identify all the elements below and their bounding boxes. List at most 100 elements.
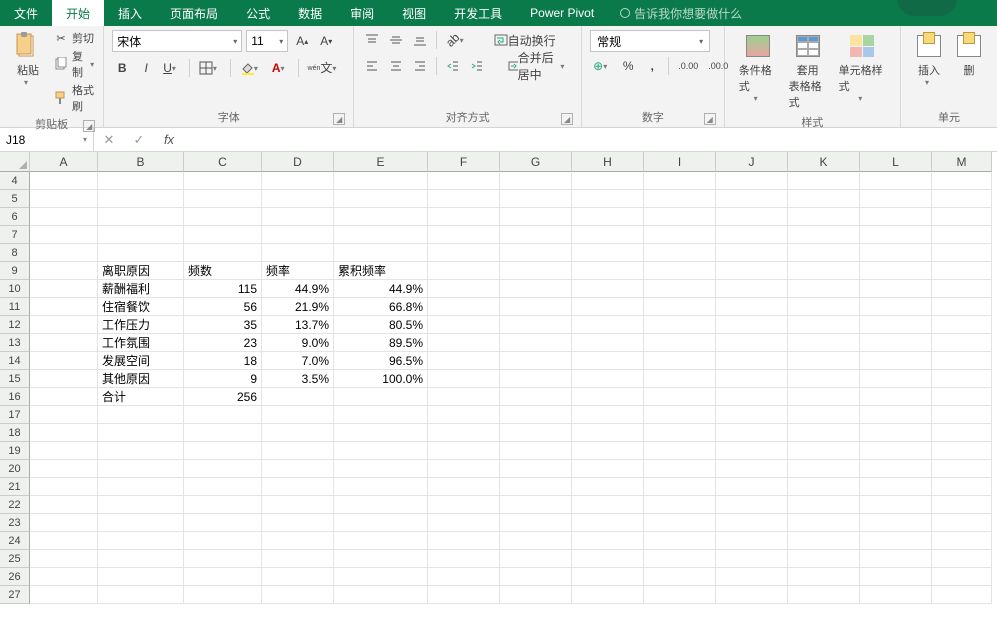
cell-J26[interactable] xyxy=(716,568,788,586)
cell-F15[interactable] xyxy=(428,370,500,388)
column-header-A[interactable]: A xyxy=(30,152,98,172)
cell-M18[interactable] xyxy=(932,424,992,442)
cell-H9[interactable] xyxy=(572,262,644,280)
cell-H5[interactable] xyxy=(572,190,644,208)
cell-D17[interactable] xyxy=(262,406,334,424)
cell-I6[interactable] xyxy=(644,208,716,226)
cell-B21[interactable] xyxy=(98,478,184,496)
cell-L5[interactable] xyxy=(860,190,932,208)
cell-E20[interactable] xyxy=(334,460,428,478)
cell-G15[interactable] xyxy=(500,370,572,388)
cell-A11[interactable] xyxy=(30,298,98,316)
cell-M22[interactable] xyxy=(932,496,992,514)
cell-H17[interactable] xyxy=(572,406,644,424)
wrap-text-button[interactable]: 自动换行 xyxy=(487,30,563,50)
cell-L13[interactable] xyxy=(860,334,932,352)
tell-me-search[interactable]: 告诉我你想要做什么 xyxy=(620,0,742,26)
number-format-select[interactable]: 常规 ▾ xyxy=(590,30,710,52)
cell-K17[interactable] xyxy=(788,406,860,424)
cell-E12[interactable]: 80.5% xyxy=(334,316,428,334)
cell-A22[interactable] xyxy=(30,496,98,514)
cell-C5[interactable] xyxy=(184,190,262,208)
column-header-L[interactable]: L xyxy=(860,152,932,172)
align-center-button[interactable] xyxy=(386,56,406,76)
cell-D12[interactable]: 13.7% xyxy=(262,316,334,334)
cell-H8[interactable] xyxy=(572,244,644,262)
cell-M13[interactable] xyxy=(932,334,992,352)
cell-B22[interactable] xyxy=(98,496,184,514)
cell-G9[interactable] xyxy=(500,262,572,280)
cell-H19[interactable] xyxy=(572,442,644,460)
row-header-8[interactable]: 8 xyxy=(0,244,30,262)
cell-I10[interactable] xyxy=(644,280,716,298)
cell-L25[interactable] xyxy=(860,550,932,568)
cell-J15[interactable] xyxy=(716,370,788,388)
cell-M10[interactable] xyxy=(932,280,992,298)
formula-input[interactable] xyxy=(184,128,997,151)
cell-I27[interactable] xyxy=(644,586,716,604)
cell-K6[interactable] xyxy=(788,208,860,226)
cell-K11[interactable] xyxy=(788,298,860,316)
cell-D11[interactable]: 21.9% xyxy=(262,298,334,316)
cell-H12[interactable] xyxy=(572,316,644,334)
cell-I23[interactable] xyxy=(644,514,716,532)
cell-C6[interactable] xyxy=(184,208,262,226)
cell-F4[interactable] xyxy=(428,172,500,190)
cell-H14[interactable] xyxy=(572,352,644,370)
row-header-17[interactable]: 17 xyxy=(0,406,30,424)
cell-C24[interactable] xyxy=(184,532,262,550)
column-header-H[interactable]: H xyxy=(572,152,644,172)
cell-K16[interactable] xyxy=(788,388,860,406)
cell-E13[interactable]: 89.5% xyxy=(334,334,428,352)
select-all-corner[interactable] xyxy=(0,152,30,172)
column-header-I[interactable]: I xyxy=(644,152,716,172)
cell-I7[interactable] xyxy=(644,226,716,244)
cell-A7[interactable] xyxy=(30,226,98,244)
cell-B6[interactable] xyxy=(98,208,184,226)
cell-A12[interactable] xyxy=(30,316,98,334)
cell-K18[interactable] xyxy=(788,424,860,442)
row-header-26[interactable]: 26 xyxy=(0,568,30,586)
row-header-23[interactable]: 23 xyxy=(0,514,30,532)
cell-E16[interactable] xyxy=(334,388,428,406)
cell-B17[interactable] xyxy=(98,406,184,424)
percent-button[interactable]: % xyxy=(618,56,638,76)
cell-K22[interactable] xyxy=(788,496,860,514)
cell-L4[interactable] xyxy=(860,172,932,190)
cell-G24[interactable] xyxy=(500,532,572,550)
column-header-G[interactable]: G xyxy=(500,152,572,172)
row-header-18[interactable]: 18 xyxy=(0,424,30,442)
cell-M27[interactable] xyxy=(932,586,992,604)
cell-K19[interactable] xyxy=(788,442,860,460)
number-dialog-launcher[interactable]: ◢ xyxy=(704,113,716,125)
row-header-12[interactable]: 12 xyxy=(0,316,30,334)
cell-I19[interactable] xyxy=(644,442,716,460)
cell-E22[interactable] xyxy=(334,496,428,514)
cell-B7[interactable] xyxy=(98,226,184,244)
cell-A25[interactable] xyxy=(30,550,98,568)
cell-C7[interactable] xyxy=(184,226,262,244)
cell-H15[interactable] xyxy=(572,370,644,388)
increase-font-button[interactable]: A▴ xyxy=(292,31,312,51)
align-middle-button[interactable] xyxy=(386,30,406,50)
cell-H11[interactable] xyxy=(572,298,644,316)
cell-G12[interactable] xyxy=(500,316,572,334)
cell-B25[interactable] xyxy=(98,550,184,568)
tab-view[interactable]: 视图 xyxy=(388,0,440,26)
cell-B12[interactable]: 工作压力 xyxy=(98,316,184,334)
merge-center-button[interactable]: 合并后居中 ▾ xyxy=(501,56,574,76)
cell-C11[interactable]: 56 xyxy=(184,298,262,316)
cell-D20[interactable] xyxy=(262,460,334,478)
cell-E11[interactable]: 66.8% xyxy=(334,298,428,316)
cell-J11[interactable] xyxy=(716,298,788,316)
cell-J12[interactable] xyxy=(716,316,788,334)
align-top-button[interactable] xyxy=(362,30,382,50)
cell-L15[interactable] xyxy=(860,370,932,388)
cell-K20[interactable] xyxy=(788,460,860,478)
tab-page-layout[interactable]: 页面布局 xyxy=(156,0,232,26)
cell-I26[interactable] xyxy=(644,568,716,586)
cell-E10[interactable]: 44.9% xyxy=(334,280,428,298)
cell-M6[interactable] xyxy=(932,208,992,226)
cell-H26[interactable] xyxy=(572,568,644,586)
cell-H4[interactable] xyxy=(572,172,644,190)
